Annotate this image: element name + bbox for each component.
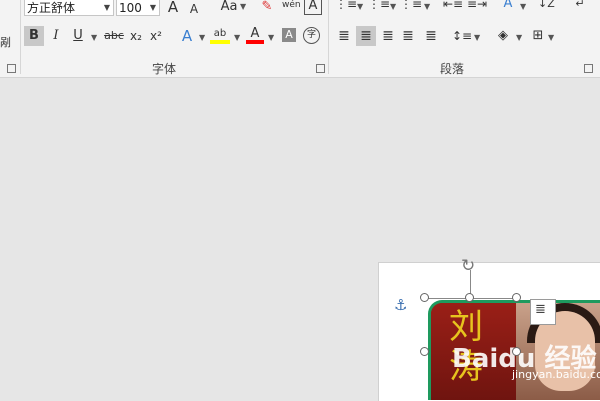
chevron-down-icon: ▼ — [357, 2, 364, 11]
chevron-down-icon: ▼ — [199, 33, 206, 42]
chevron-down-icon: ▼ — [91, 33, 98, 42]
chevron-down-icon: ▼ — [474, 33, 481, 42]
numbering-icon[interactable]: ⋮≡ — [368, 0, 390, 14]
multilevel-list-icon[interactable]: ⋮≡ — [400, 0, 422, 14]
layout-options-button[interactable]: ≣ — [530, 299, 556, 325]
phonetic-guide-button[interactable]: wén — [282, 0, 301, 15]
ribbon: 剐 方正舒体 ▼ 100 ▼ A A Aa ▼ ✎ wén A B I U ▼ … — [0, 0, 600, 78]
resize-handle-middle-left[interactable] — [420, 347, 429, 356]
decrease-indent-icon[interactable]: ⇤≡ — [442, 0, 464, 14]
show-marks-icon[interactable]: ↵ — [572, 0, 588, 14]
subscript-button[interactable]: x₂ — [128, 26, 144, 46]
shading-icon[interactable]: ◈ — [494, 26, 512, 46]
chevron-down-icon: ▼ — [268, 33, 275, 42]
superscript-button[interactable]: x² — [148, 26, 164, 46]
sort-icon[interactable]: ↓Z — [538, 0, 555, 14]
resize-handle-middle-right[interactable] — [512, 347, 521, 356]
bullets-icon[interactable]: ⋮≡ — [335, 0, 357, 14]
chevron-down-icon: ▼ — [234, 33, 241, 42]
justify-icon[interactable]: ≣ — [400, 26, 416, 46]
chevron-down-icon: ▼ — [390, 2, 397, 11]
increase-indent-icon[interactable]: ≡⇥ — [466, 0, 488, 14]
grow-font-button[interactable]: A — [165, 0, 181, 17]
clipboard-cut-label[interactable]: 剐 — [0, 34, 11, 50]
anchor-icon: ⚓ — [394, 296, 408, 314]
chevron-down-icon: ▼ — [548, 33, 555, 42]
font-family-value: 方正舒体 — [27, 1, 76, 15]
chevron-down-icon: ▼ — [149, 3, 156, 12]
font-dialog-launcher-icon[interactable] — [316, 64, 325, 73]
paragraph-group-label: 段落 — [440, 62, 465, 76]
ribbon-separator — [328, 0, 329, 74]
resize-handle-top-left[interactable] — [420, 293, 429, 302]
wrap-text-icon: ≣ — [535, 302, 546, 317]
resize-handle-top-center[interactable] — [465, 293, 474, 302]
align-right-icon[interactable]: ≣ — [380, 26, 396, 46]
chevron-down-icon: ▼ — [424, 2, 431, 11]
font-color-button[interactable]: A — [246, 24, 264, 44]
line-spacing-icon[interactable]: ↕≡ — [452, 26, 472, 46]
underline-button[interactable]: U — [70, 26, 86, 46]
chevron-down-icon: ▼ — [103, 3, 110, 12]
character-border-button[interactable]: A — [304, 0, 322, 15]
change-case-button[interactable]: Aa — [216, 0, 242, 17]
distribute-icon[interactable]: ≣ — [422, 26, 440, 46]
shrink-font-button[interactable]: A — [187, 0, 201, 19]
clipboard-dialog-launcher-icon[interactable] — [7, 64, 16, 73]
chevron-down-icon: ▼ — [520, 2, 527, 11]
font-size-value: 100 — [119, 1, 142, 15]
clear-format-button[interactable]: ✎ — [258, 0, 276, 17]
italic-button[interactable]: I — [48, 26, 64, 46]
align-left-icon[interactable]: ≣ — [336, 26, 352, 46]
highlight-color-button[interactable]: ab — [210, 24, 230, 44]
resize-handle-top-right[interactable] — [512, 293, 521, 302]
font-size-combo[interactable]: 100 ▼ — [116, 0, 160, 16]
character-shading-button[interactable]: A — [282, 28, 296, 42]
font-group-label: 字体 — [152, 62, 177, 76]
rotate-handle-icon[interactable]: ↻ — [461, 256, 475, 276]
picture-watermark-url: jingyan.baidu.com — [512, 368, 600, 381]
text-effects-button[interactable]: A — [178, 26, 196, 46]
chinese-layout-icon[interactable]: A — [498, 0, 518, 14]
strikethrough-button[interactable]: abc — [102, 26, 126, 46]
chevron-down-icon: ▼ — [516, 33, 523, 42]
chevron-down-icon: ▼ — [240, 2, 247, 11]
borders-icon[interactable]: ⊞ — [530, 26, 546, 46]
ribbon-separator — [20, 0, 21, 74]
font-family-combo[interactable]: 方正舒体 ▼ — [24, 0, 114, 16]
align-center-icon[interactable]: ≣ — [356, 26, 376, 46]
enclose-characters-button[interactable]: 字 — [303, 27, 320, 44]
bold-button[interactable]: B — [24, 26, 44, 46]
paragraph-dialog-launcher-icon[interactable] — [584, 64, 593, 73]
